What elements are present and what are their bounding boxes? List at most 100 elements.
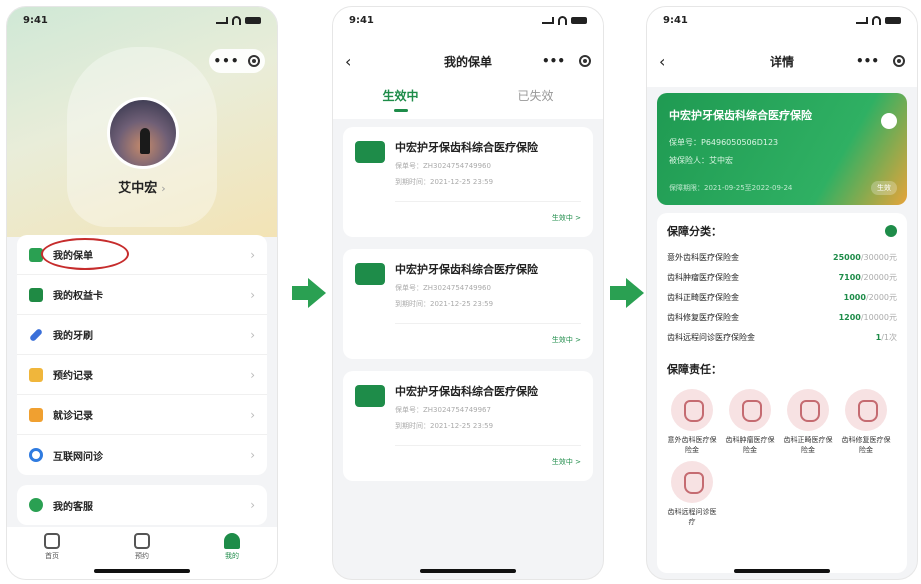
avatar[interactable] [107,97,179,169]
card-policy-number: 保单号：P6496050506D123 [669,138,779,147]
menu-label: 互联网问诊 [53,451,103,463]
battery-icon [571,16,587,24]
close-target-icon[interactable] [893,55,905,67]
coverage-label: 齿科肿瘤医疗保险金 [667,272,739,282]
coverage-card: 保障分类： 意外齿科医疗保险金 25000/30000元 齿科肿瘤医疗保险金 7… [657,213,907,573]
wifi-icon [558,15,567,25]
coverage-amount: 1000/2000元 [844,292,897,303]
tab-label: 预约 [135,552,149,560]
arrow-head [626,278,644,308]
status-bar: 9:41 [7,7,277,33]
info-icon[interactable] [885,225,897,237]
responsibility-label: 齿科修复医疗保险金 [841,436,891,454]
more-icon[interactable]: ••• [856,54,879,68]
divider [395,201,581,202]
policy-status[interactable]: 生效中 > [552,335,581,345]
policy-tabs: 生效中 已失效 [333,87,603,112]
tab-home[interactable]: 首页 [32,533,72,579]
responsibility-remote[interactable]: 齿科远程问诊医疗 [667,461,717,527]
amount-value: 7100 [838,272,861,282]
policy-number: 保单号：ZH3024754749960 [395,162,491,170]
responsibility-label: 齿科肿瘤医疗保险金 [725,436,775,454]
policy-card[interactable]: 中宏护牙保齿科综合医疗保险 保单号：ZH3024754749960 到期时间：2… [343,127,593,237]
amount-unit: /20000元 [860,272,897,282]
username[interactable]: 艾中宏 › [7,177,277,196]
navigation-bar: ‹ 详情 ••• [647,43,917,79]
coverage-label: 齿科远程问诊医疗保险金 [667,332,755,342]
close-target-icon[interactable] [248,55,261,67]
more-icon[interactable]: ••• [213,54,239,68]
more-icon[interactable]: ••• [542,54,565,68]
arrow-head [308,278,326,308]
home-indicator [420,569,516,573]
responsibility-repair[interactable]: 齿科修复医疗保险金 [841,389,891,455]
amount-value: 1200 [838,312,861,322]
status-icons [216,15,261,25]
chevron-right-icon: › [250,287,255,302]
menu-item-online-consult[interactable]: 互联网问诊 › [17,435,267,475]
responsibility-accident[interactable]: 意外齿科医疗保险金 [667,389,717,455]
tab-mine[interactable]: 我的 [212,533,252,579]
highlight-circle [41,238,129,270]
back-icon[interactable]: ‹ [345,52,351,71]
wifi-icon [232,15,241,25]
policy-name: 中宏护牙保齿科综合医疗保险 [395,141,538,154]
phone-profile: 9:41 ••• 艾中宏 › 我的保单 › 我的权益卡 › 我的牙刷 › 预约记… [6,6,278,580]
tab-label: 我的 [225,552,239,560]
tooth-implant-icon [671,389,713,431]
tab-expired-policies[interactable]: 已失效 [468,87,603,112]
policy-card[interactable]: 中宏护牙保齿科综合医疗保险 保单号：ZH3024754749967 到期时间：2… [343,371,593,481]
responsibility-title: 保障责任： [667,363,722,376]
policy-status[interactable]: 生效中 > [552,213,581,223]
coverage-row: 齿科修复医疗保险金 1200/10000元 [667,307,897,327]
status-time: 9:41 [23,14,48,26]
tab-active-policies[interactable]: 生效中 [333,87,468,112]
battery-icon [245,16,261,24]
coverage-title: 保障分类： [667,225,722,238]
policy-number: 保单号：ZH3024754749960 [395,284,491,292]
menu-item-appointments[interactable]: 预约记录 › [17,355,267,395]
insurance-card: 中宏护牙保齿科综合医疗保险 保单号：P6496050506D123 被保险人：艾… [657,93,907,205]
coverage-row: 齿科正畸医疗保险金 1000/2000元 [667,287,897,307]
responsibility-label: 意外齿科医疗保险金 [667,436,717,454]
document-icon[interactable] [881,113,897,129]
coverage-label: 齿科修复医疗保险金 [667,312,739,322]
menu-label: 预约记录 [53,371,93,382]
status-badge: 生效 [871,181,897,195]
signal-icon [216,16,228,24]
amount-value: 1000 [843,292,866,302]
phone-policy-list: 9:41 ‹ 我的保单 ••• 生效中 已失效 中宏护牙保齿科综合医疗保险 保单… [332,6,604,580]
chevron-right-icon: › [250,367,255,382]
coverage-amount: 1200/10000元 [839,312,897,323]
menu-item-toothbrush[interactable]: 我的牙刷 › [17,315,267,355]
home-icon [44,533,60,549]
tooth-icon [729,389,771,431]
policy-status[interactable]: 生效中 > [552,457,581,467]
tooth-repair-icon [845,389,887,431]
page-title: 我的保单 [443,54,492,69]
menu-label: 我的权益卡 [53,291,103,302]
signal-icon [856,16,868,24]
close-target-icon[interactable] [579,55,591,67]
online-consult-icon [29,448,43,462]
miniprogram-capsule[interactable]: ••• [209,49,265,73]
policy-card[interactable]: 中宏护牙保齿科综合医疗保险 保单号：ZH3024754749960 到期时间：2… [343,249,593,359]
menu-label: 我的客服 [53,501,93,513]
signal-icon [542,16,554,24]
policy-name: 中宏护牙保齿科综合医疗保险 [395,385,538,398]
phone-policy-detail: 9:41 ‹ 详情 ••• 中宏护牙保齿科综合医疗保险 保单号：P6496050… [646,6,918,580]
divider [395,323,581,324]
back-icon[interactable]: ‹ [659,52,665,71]
calendar-icon [29,367,43,382]
menu-item-visits[interactable]: 就诊记录 › [17,395,267,435]
username-label: 艾中宏 [118,181,158,196]
amount-unit: /1次 [881,332,897,342]
menu-item-customer-service[interactable]: 我的客服 › [17,485,267,525]
card-period: 保障期限：2021-09-25至2022-09-24 [669,184,793,192]
responsibility-tumor[interactable]: 齿科肿瘤医疗保险金 [725,389,775,455]
stage: 9:41 ••• 艾中宏 › 我的保单 › 我的权益卡 › 我的牙刷 › 预约记… [0,0,921,584]
menu-item-benefit-card[interactable]: 我的权益卡 › [17,275,267,315]
responsibility-orthodontic[interactable]: 齿科正畸医疗保险金 [783,389,833,455]
customer-service-icon [29,498,43,512]
braces-icon [787,389,829,431]
